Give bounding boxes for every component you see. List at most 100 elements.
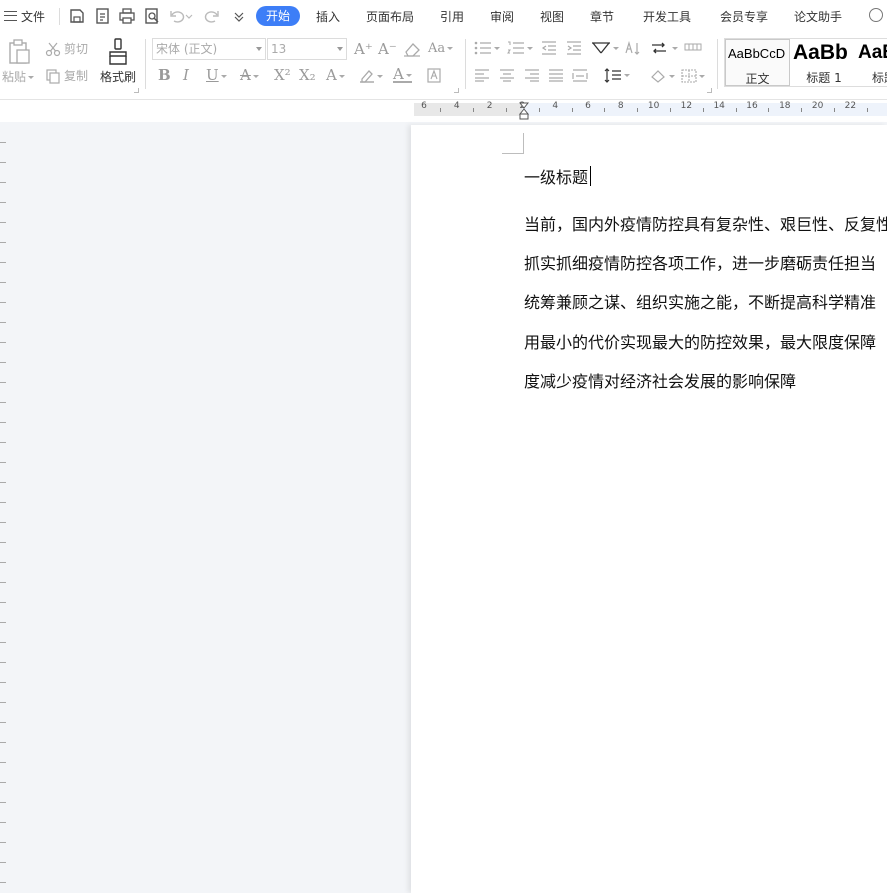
superscript-icon[interactable]: X² <box>274 67 291 83</box>
paragraph-line[interactable]: 抓实抓细疫情防控各项工作，进一步磨砺责任担当 <box>524 250 876 274</box>
tab-member[interactable]: 会员专享 <box>720 8 768 25</box>
borders-icon[interactable] <box>681 69 705 83</box>
font-name-select[interactable]: 宋体 (正文) <box>152 38 266 60</box>
distributed-align-icon[interactable] <box>572 69 588 82</box>
style-normal[interactable]: AaBbCcD 正文 <box>725 39 790 86</box>
divider <box>59 8 60 25</box>
tab-view[interactable]: 视图 <box>540 8 564 25</box>
style-sample: AaB <box>858 42 887 63</box>
ruler-tick <box>768 108 770 112</box>
save-icon[interactable] <box>68 7 86 25</box>
line-spacing-icon[interactable] <box>604 68 630 83</box>
divider <box>145 39 146 89</box>
format-painter-icon[interactable] <box>106 38 130 66</box>
redo-icon[interactable] <box>203 7 221 25</box>
numbered-list-icon[interactable] <box>507 41 533 55</box>
tab-insert[interactable]: 插入 <box>316 8 340 25</box>
bold-icon[interactable]: B <box>158 67 171 83</box>
clipboard-group-launcher[interactable] <box>134 88 139 93</box>
show-hide-marks-icon[interactable] <box>650 41 678 55</box>
ruler-tick <box>571 108 573 112</box>
tab-home[interactable]: 开始 <box>256 6 300 26</box>
ruler-tick <box>0 802 6 803</box>
file-menu[interactable]: 文件 <box>4 7 45 25</box>
ruler-number: 6 <box>585 101 591 111</box>
table-tools-icon[interactable] <box>684 41 702 53</box>
italic-icon[interactable]: I <box>183 67 189 83</box>
paragraph-line[interactable]: 度减少疫情对经济社会发展的影响保障 <box>524 368 796 392</box>
font-size-value: 13 <box>271 42 287 56</box>
ruler-number: 2 <box>486 101 493 111</box>
paragraph-line[interactable]: 当前，国内外疫情防控具有复杂性、艰巨性、反复性 <box>524 211 887 235</box>
undo-icon[interactable] <box>168 7 186 25</box>
ruler-tick <box>801 108 803 112</box>
ruler-tick <box>506 108 507 112</box>
style-heading-1[interactable]: AaBb 标题 1 <box>791 39 857 86</box>
justify-icon[interactable] <box>548 69 564 82</box>
ruler-tick <box>473 108 475 112</box>
grow-font-icon[interactable]: A⁺ <box>354 41 373 57</box>
shading-icon[interactable] <box>649 69 675 83</box>
ruler-tick <box>0 302 6 303</box>
paste-icon[interactable] <box>6 39 32 65</box>
search-icon[interactable] <box>869 8 883 22</box>
scissors-icon <box>45 41 61 57</box>
ruler-tick <box>0 482 6 483</box>
decrease-indent-icon[interactable] <box>541 41 557 55</box>
paragraph-line[interactable]: 用最小的代价实现最大的防控效果，最大限度保障 <box>524 329 876 353</box>
export-pdf-icon[interactable] <box>94 7 112 25</box>
highlight-icon[interactable] <box>359 69 383 83</box>
paragraph-line[interactable]: 统筹兼顾之谋、组织实施之能，不断提高科学精准 <box>524 289 876 313</box>
align-left-icon[interactable] <box>474 69 490 82</box>
text-effect-icon[interactable]: A <box>326 67 345 83</box>
chinese-layout-icon[interactable] <box>591 40 619 56</box>
tab-section[interactable]: 章节 <box>590 8 614 25</box>
increase-indent-icon[interactable] <box>566 41 582 55</box>
tab-references[interactable]: 引用 <box>440 8 464 25</box>
ruler-tick <box>0 422 6 423</box>
paste-button[interactable]: 粘贴 <box>2 68 35 85</box>
tab-page-layout[interactable]: 页面布局 <box>366 8 414 25</box>
font-group-launcher[interactable] <box>454 88 459 93</box>
document-heading[interactable]: 一级标题 <box>524 164 592 188</box>
align-right-icon[interactable] <box>524 69 540 82</box>
sort-icon[interactable] <box>624 41 642 55</box>
vertical-ruler <box>0 122 6 893</box>
format-painter-button[interactable]: 格式刷 <box>100 68 136 85</box>
ruler-tick <box>0 282 6 283</box>
tab-developer-tools[interactable]: 开发工具 <box>643 8 691 25</box>
customize-toolbar-icon[interactable] <box>230 7 248 25</box>
paragraph-group-launcher[interactable] <box>707 88 712 93</box>
ruler-tick <box>702 108 704 112</box>
font-size-select[interactable]: 13 <box>267 38 347 60</box>
character-border-icon[interactable] <box>427 68 441 83</box>
print-preview-icon[interactable] <box>143 7 161 25</box>
indent-marker[interactable] <box>518 102 530 120</box>
ruler-number: 18 <box>779 101 791 111</box>
ruler-tick <box>0 342 6 343</box>
bullet-list-icon[interactable] <box>474 41 500 55</box>
style-heading-2[interactable]: AaB 标题 <box>856 39 887 86</box>
ruler-tick <box>0 822 6 823</box>
strikethrough-icon[interactable]: A <box>240 67 259 83</box>
copy-button[interactable]: 复制 <box>45 67 88 84</box>
print-icon[interactable] <box>118 7 136 25</box>
cut-button[interactable]: 剪切 <box>45 40 88 57</box>
ruler-tick <box>0 522 6 523</box>
ruler-tick <box>440 108 442 112</box>
clear-format-icon[interactable] <box>403 41 421 57</box>
undo-dropdown-icon[interactable] <box>185 7 193 25</box>
change-case-icon[interactable]: Aa <box>428 41 454 57</box>
tab-review[interactable]: 审阅 <box>490 8 514 25</box>
underline-icon[interactable]: U <box>206 67 227 83</box>
tab-thesis-assistant[interactable]: 论文助手 <box>794 8 842 25</box>
subscript-icon[interactable]: X₂ <box>299 67 316 83</box>
font-color-icon[interactable]: A <box>393 67 412 83</box>
align-center-icon[interactable] <box>499 69 515 82</box>
paste-label: 粘贴 <box>2 70 27 84</box>
ruler-tick <box>0 782 6 783</box>
document-page[interactable]: 一级标题 当前，国内外疫情防控具有复杂性、艰巨性、反复性 抓实抓细疫情防控各项工… <box>411 125 887 893</box>
ruler-tick <box>0 462 6 463</box>
shrink-font-icon[interactable]: A⁻ <box>378 41 397 57</box>
horizontal-ruler[interactable]: 642246810121416182022 <box>0 100 887 122</box>
